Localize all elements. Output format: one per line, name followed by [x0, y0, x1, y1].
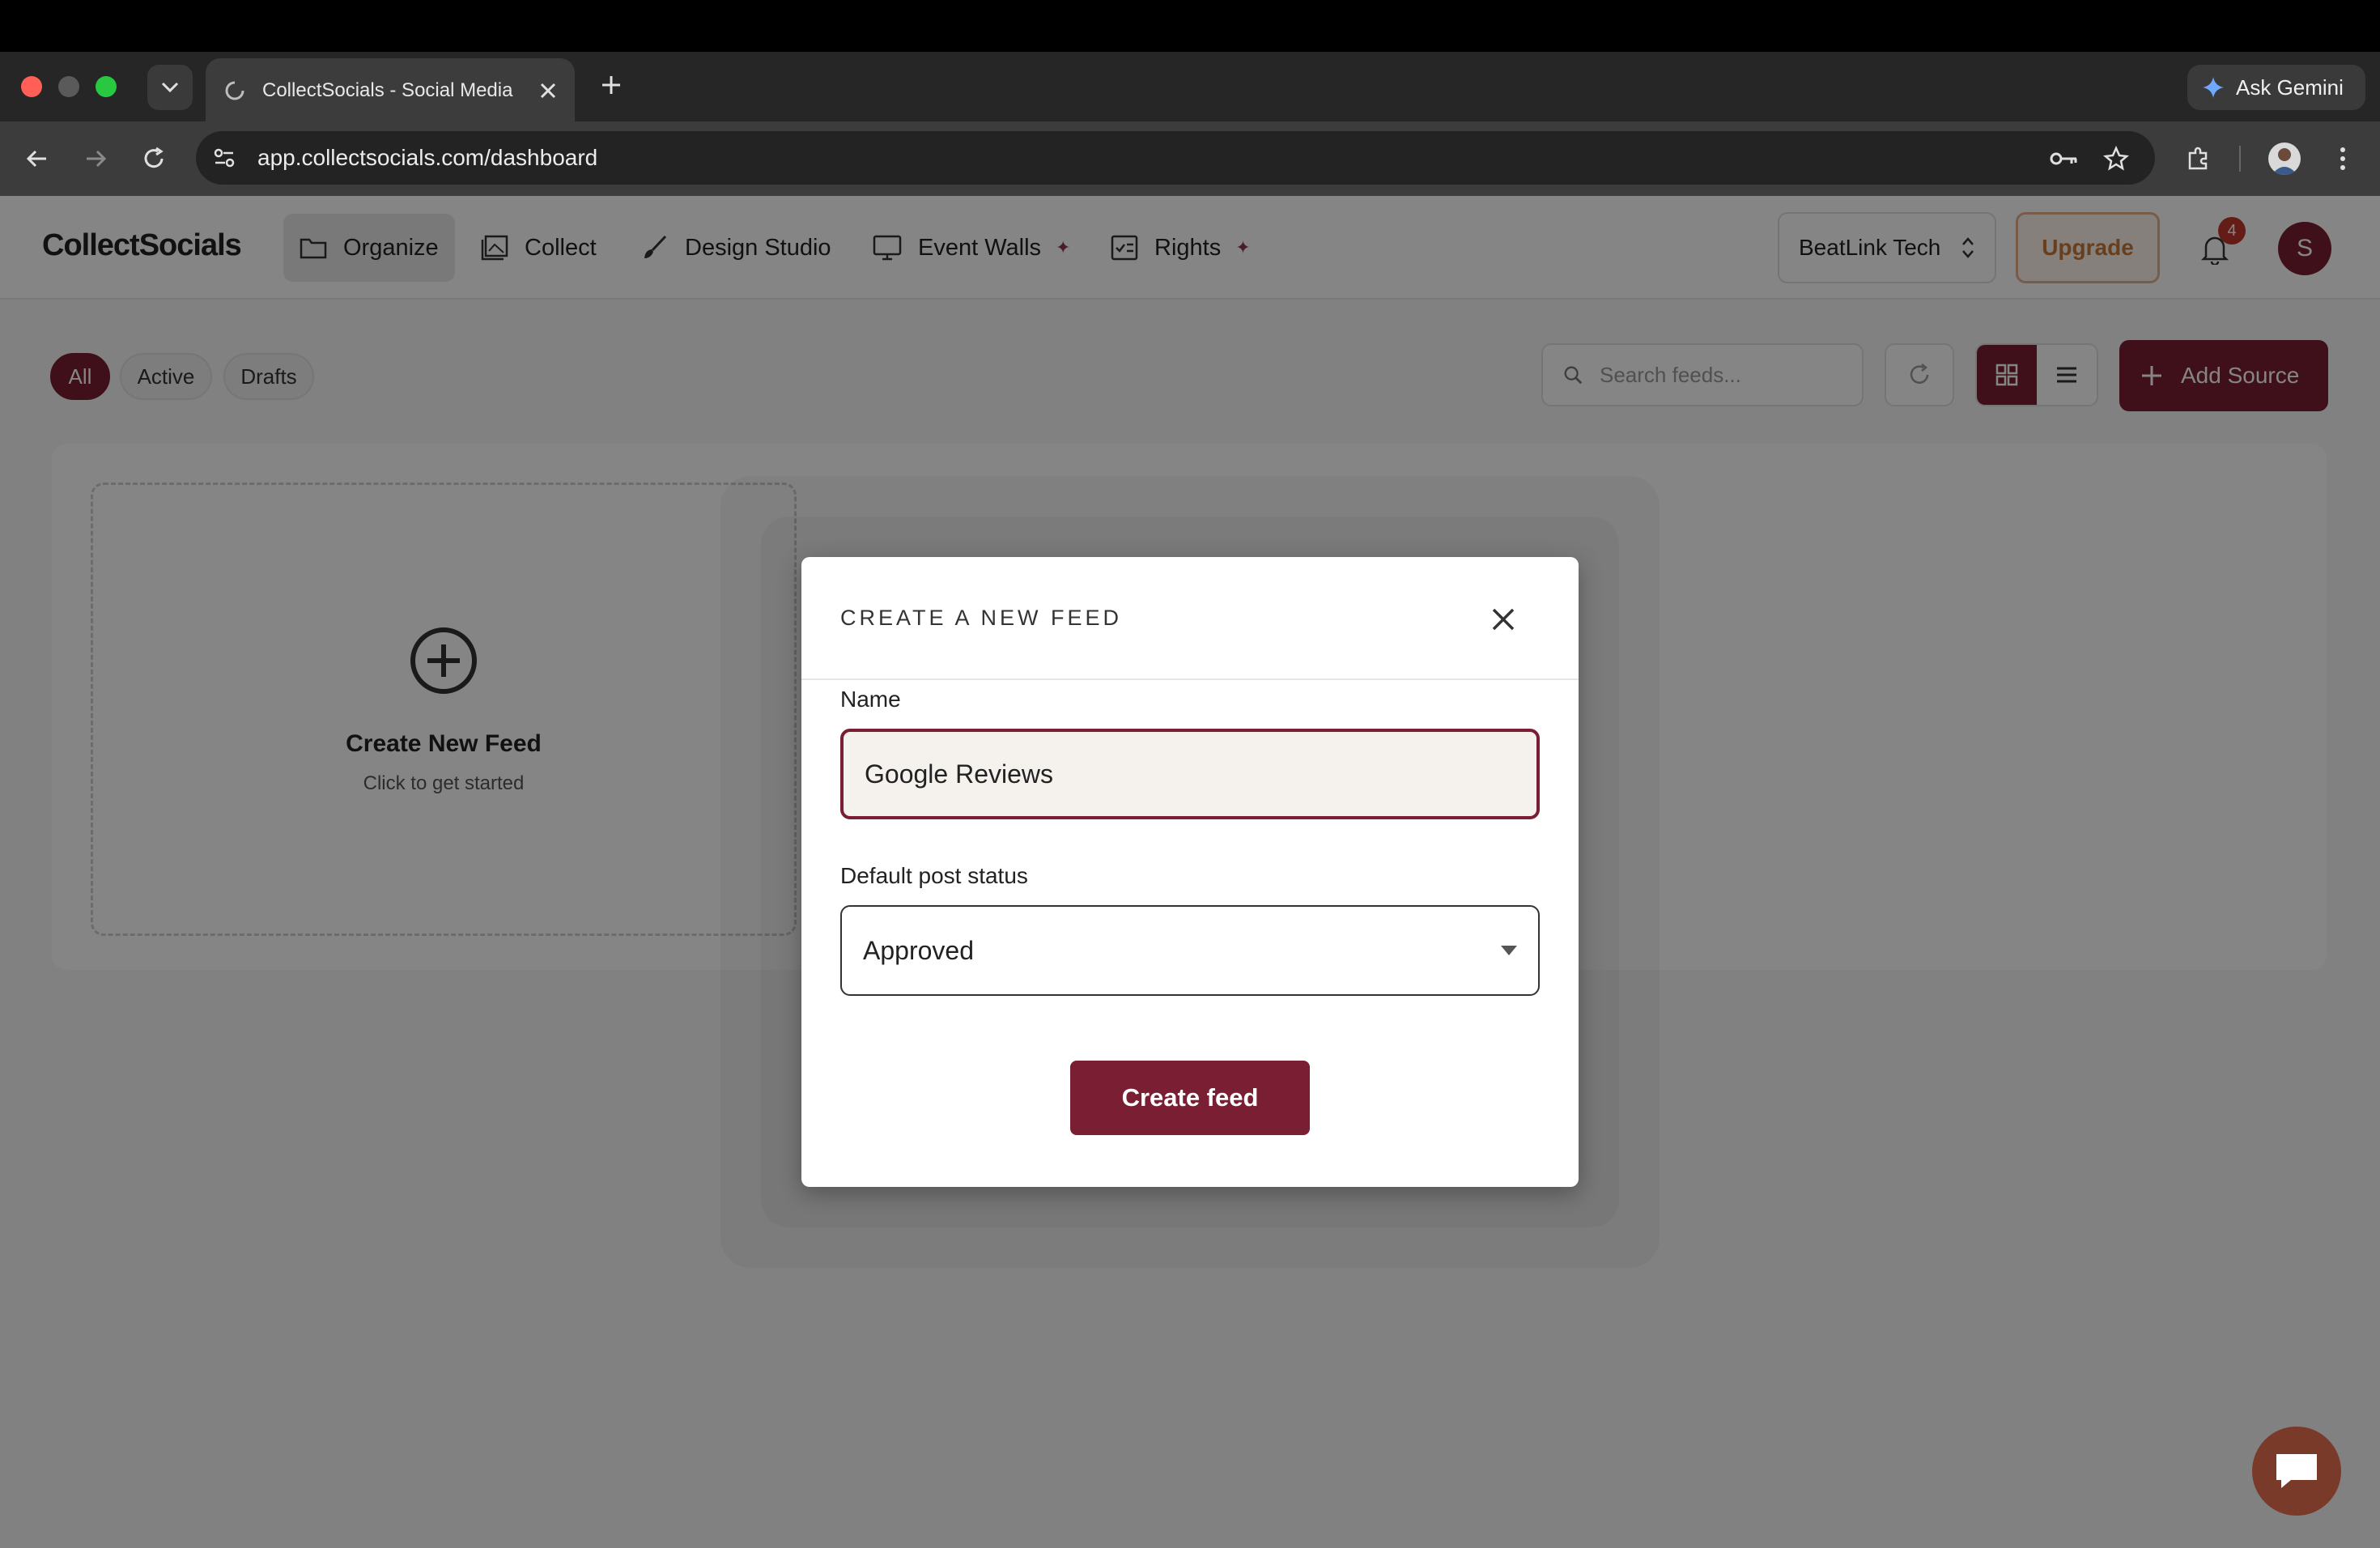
browser-tab[interactable]: CollectSocials - Social Media [206, 58, 575, 123]
star-icon [2103, 146, 2129, 171]
chevron-down-icon [161, 82, 179, 93]
new-tab-button[interactable] [597, 71, 625, 99]
kebab-menu-icon [2340, 147, 2345, 170]
ask-gemini-label: Ask Gemini [2236, 74, 2344, 100]
profile-icon [2272, 148, 2297, 175]
bookmark-button[interactable] [2100, 142, 2132, 175]
arrow-left-icon [26, 150, 46, 168]
gemini-icon [2203, 77, 2224, 98]
dialog-title: CREATE A NEW FEED [840, 606, 1123, 630]
dialog-close-button[interactable] [1485, 601, 1522, 638]
default-post-status-label: Default post status [840, 863, 1028, 888]
browser-menu-button[interactable] [2327, 142, 2359, 175]
site-settings-icon[interactable] [212, 146, 236, 170]
create-feed-button[interactable]: Create feed [1070, 1061, 1310, 1135]
extensions-button[interactable] [2182, 142, 2215, 175]
toolbar-divider [2239, 146, 2241, 172]
status-selected-value: Approved [863, 935, 974, 965]
ask-gemini-button[interactable]: Ask Gemini [2187, 65, 2365, 110]
window-zoom-button[interactable] [96, 76, 117, 97]
reload-icon [144, 147, 164, 168]
default-post-status-select[interactable]: Approved [840, 905, 1540, 996]
plus-icon [602, 76, 620, 94]
loading-icon [225, 81, 244, 100]
window-close-button[interactable] [21, 76, 42, 97]
tab-close-icon[interactable] [539, 82, 557, 100]
puzzle-icon [2188, 147, 2208, 170]
name-input[interactable] [865, 759, 1515, 789]
dialog-divider [801, 678, 1579, 680]
url-text: app.collectsocials.com/dashboard [257, 145, 598, 170]
macos-menu-bar [0, 0, 2380, 52]
profile-avatar-button[interactable] [2268, 142, 2301, 175]
tab-title: CollectSocials - Social Media [262, 79, 513, 101]
name-field[interactable] [840, 729, 1540, 819]
password-key-button[interactable] [2048, 142, 2080, 175]
close-icon [1492, 608, 1515, 631]
address-bar[interactable]: app.collectsocials.com/dashboard [196, 131, 2155, 185]
name-label: Name [840, 687, 901, 712]
arrow-right-icon [87, 150, 107, 168]
back-button[interactable] [21, 142, 53, 175]
window-minimize-button[interactable] [58, 76, 79, 97]
chat-widget-button[interactable] [2252, 1427, 2341, 1516]
caret-down-icon [1501, 946, 1517, 955]
forward-button[interactable] [79, 142, 112, 175]
tab-search-button[interactable] [147, 65, 193, 110]
key-icon [2050, 152, 2077, 165]
reload-button[interactable] [138, 142, 170, 175]
chat-icon [2276, 1454, 2317, 1488]
